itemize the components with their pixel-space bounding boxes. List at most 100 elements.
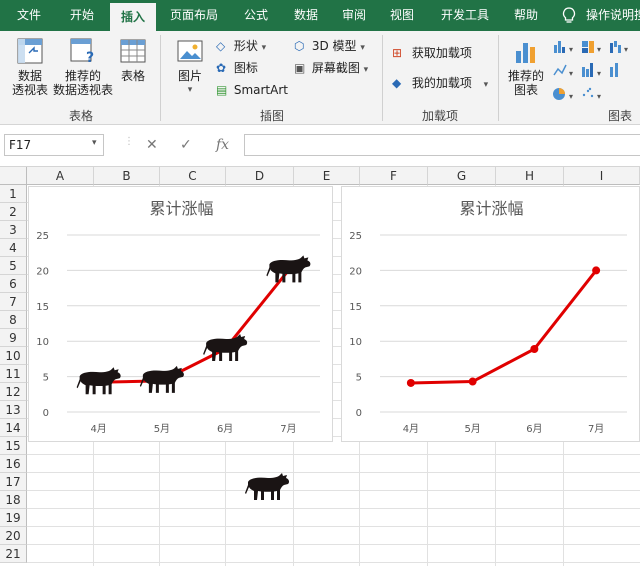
row-header-3[interactable]: 3 (0, 221, 27, 239)
ribbon: 数据 透视表 ? 推荐的 数据透视表 表格 表格 图片 ▾ ◇ 形状 ▾ ✿ 图… (0, 31, 640, 125)
tab-insert[interactable]: 插入 (110, 3, 156, 31)
chart-1-svg: 累计涨幅 0 5 10 15 20 25 4月 5月 6月 7月 (36, 199, 320, 435)
chart-cow-markers[interactable]: 累计涨幅 0 5 10 15 20 25 4月 5月 6月 7月 (28, 186, 333, 442)
row-header-15[interactable]: 15 (0, 437, 27, 455)
chevron-down-icon[interactable]: ▾ (92, 138, 97, 148)
cancel-icon[interactable]: ✕ (146, 134, 158, 156)
recommended-charts-label-2: 图表 (513, 83, 538, 97)
tab-view[interactable]: 视图 (382, 0, 422, 31)
tab-page-layout[interactable]: 页面布局 (164, 0, 224, 31)
chevron-down-icon: ▾ (363, 65, 369, 75)
row-header-1[interactable]: 1 (0, 185, 27, 203)
y-tick-label: 20 (349, 266, 362, 277)
row-gridline (27, 562, 640, 563)
tab-formulas[interactable]: 公式 (234, 0, 278, 31)
column-header-A[interactable]: A (27, 167, 94, 185)
row-header-11[interactable]: 11 (0, 365, 27, 383)
series-line (98, 269, 290, 384)
row-header-12[interactable]: 12 (0, 383, 27, 401)
x-tick-label: 7月 (588, 423, 604, 435)
row-header-21[interactable]: 21 (0, 545, 27, 563)
data-point (406, 378, 415, 387)
y-tick-label: 5 (356, 373, 362, 384)
data-point (530, 344, 539, 353)
svg-text:?: ? (86, 50, 94, 65)
3d-model-label: 3D 模型 (311, 39, 357, 53)
y-tick-label: 10 (36, 337, 49, 348)
row-header-9[interactable]: 9 (0, 329, 27, 347)
icons-label: 图标 (233, 61, 258, 75)
3d-model-button[interactable]: ⬡ 3D 模型 ▾ (294, 36, 365, 56)
tab-help[interactable]: 帮助 (506, 0, 546, 31)
x-tick-label: 6月 (526, 423, 542, 435)
icons-button[interactable]: ✿ 图标 (216, 58, 258, 78)
tab-developer[interactable]: 开发工具 (432, 0, 498, 31)
formula-input[interactable] (244, 134, 640, 156)
row-header-4[interactable]: 4 (0, 239, 27, 257)
row-gridline (27, 508, 640, 509)
svg-text:▾: ▾ (597, 69, 601, 78)
recommended-pivot-button[interactable]: ? 推荐的 数据透视表 (52, 37, 114, 103)
tab-data[interactable]: 数据 (286, 0, 326, 31)
shapes-label: 形状 (233, 39, 258, 53)
insert-function-icon[interactable]: fx (216, 134, 229, 156)
y-tick-label: 25 (349, 231, 362, 242)
row-header-19[interactable]: 19 (0, 509, 27, 527)
row-header-16[interactable]: 16 (0, 455, 27, 473)
pictures-label: 图片 (177, 69, 202, 83)
row-header-7[interactable]: 7 (0, 293, 27, 311)
screenshot-button[interactable]: ▣ 屏幕截图 ▾ (294, 58, 368, 78)
tell-me-search[interactable]: 操作说明搜 (586, 0, 640, 31)
tab-home[interactable]: 开始 (58, 0, 106, 31)
pivot-table-button[interactable]: 数据 透视表 (8, 37, 52, 103)
chart-circle-markers[interactable]: 累计涨幅 0 5 10 15 20 25 4月 5月 6月 7月 (341, 186, 640, 442)
recommended-charts-button[interactable]: 推荐的 图表 (504, 37, 548, 103)
row-header-13[interactable]: 13 (0, 401, 27, 419)
drag-handle-icon[interactable]: ⋮ (124, 136, 134, 147)
column-header-D[interactable]: D (226, 167, 294, 185)
cube-icon: ⬡ (294, 39, 305, 53)
smartart-button[interactable]: ▤ SmartArt (216, 80, 288, 100)
column-header-G[interactable]: G (428, 167, 496, 185)
column-header-B[interactable]: B (94, 167, 160, 185)
row-header-20[interactable]: 20 (0, 527, 27, 545)
row-header-5[interactable]: 5 (0, 257, 27, 275)
smartart-icon: ▤ (216, 83, 228, 97)
row-header-10[interactable]: 10 (0, 347, 27, 365)
get-addins-button[interactable]: ⊞ 获取加载项 (392, 43, 472, 63)
chart-type-gallery[interactable]: ▾ ▾ ▾ ▾ ▾ ▾ ▾ (552, 39, 638, 103)
recommended-pivot-label-2: 数据透视表 (52, 83, 113, 97)
row-header-8[interactable]: 8 (0, 311, 27, 329)
screenshot-label: 屏幕截图 (311, 61, 360, 75)
select-all-corner[interactable] (0, 167, 27, 185)
row-header-14[interactable]: 14 (0, 419, 27, 437)
table-label: 表格 (120, 69, 145, 83)
chevron-down-icon: ▾ (261, 43, 267, 53)
shapes-button[interactable]: ◇ 形状 ▾ (216, 36, 266, 56)
my-addins-button[interactable]: ◆ 我的加载项 ▾ (392, 73, 488, 93)
svg-text:▾: ▾ (624, 45, 628, 54)
data-point (468, 377, 477, 386)
row-gridline (27, 544, 640, 545)
column-header-H[interactable]: H (496, 167, 564, 185)
column-header-E[interactable]: E (294, 167, 360, 185)
enter-icon[interactable]: ✓ (180, 134, 192, 156)
column-header-I[interactable]: I (564, 167, 640, 185)
row-header-17[interactable]: 17 (0, 473, 27, 491)
table-button[interactable]: 表格 (114, 37, 152, 103)
column-header-F[interactable]: F (360, 167, 428, 185)
combo-chart-icon (610, 63, 618, 77)
chart-2-svg: 累计涨幅 0 5 10 15 20 25 4月 5月 6月 7月 (349, 199, 627, 435)
name-box[interactable]: F17 (4, 134, 104, 156)
row-header-2[interactable]: 2 (0, 203, 27, 221)
tab-review[interactable]: 审阅 (334, 0, 374, 31)
row-header-18[interactable]: 18 (0, 491, 27, 509)
data-point (592, 266, 601, 275)
tab-file[interactable]: 文件 (6, 0, 52, 31)
row-header-6[interactable]: 6 (0, 275, 27, 293)
icons-icon: ✿ (216, 61, 227, 75)
cow-picture[interactable] (242, 470, 292, 504)
x-tick-label: 6月 (217, 423, 233, 435)
pictures-button[interactable]: 图片 ▾ (170, 37, 210, 103)
column-header-C[interactable]: C (160, 167, 226, 185)
